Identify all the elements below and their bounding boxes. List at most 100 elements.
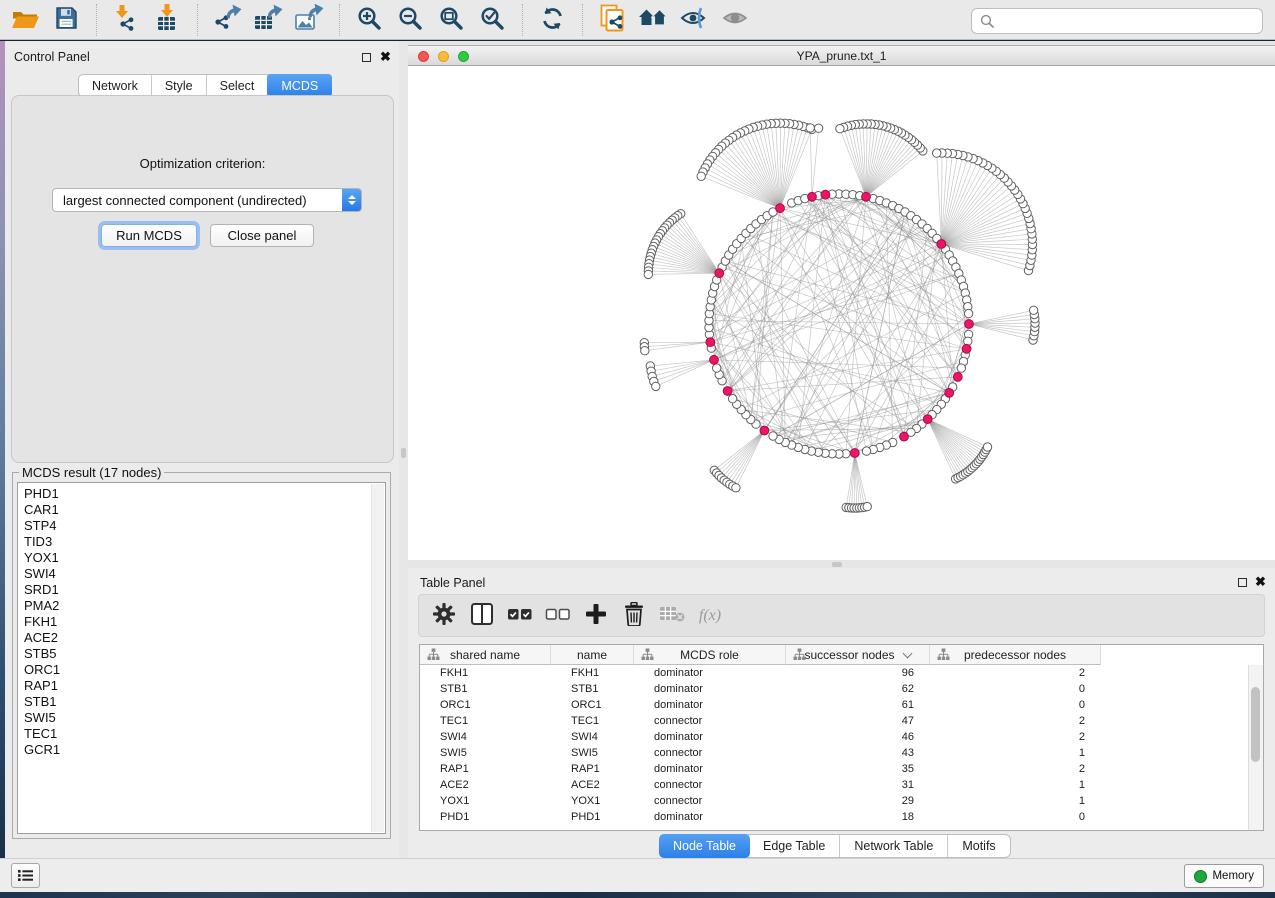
graph-mcds-node[interactable] [900, 432, 909, 441]
column-header-successor-nodes[interactable]: successor nodes [786, 645, 930, 665]
table-row[interactable]: YOX1YOX1connector291 [420, 793, 1249, 809]
refresh-layout-button[interactable] [535, 3, 569, 37]
splitter-handle-icon[interactable] [401, 448, 406, 458]
column-header-name[interactable]: name [551, 645, 634, 665]
graph-leaf-node[interactable] [732, 484, 740, 492]
graph-leaf-node[interactable] [933, 149, 941, 157]
export-network-button[interactable] [210, 3, 244, 37]
run-mcds-button[interactable]: Run MCDS [101, 224, 197, 247]
tab-network-table[interactable]: Network Table [840, 835, 948, 857]
control-panel-float-button[interactable] [362, 53, 371, 62]
graph-mcds-node[interactable] [953, 373, 962, 382]
graph-mcds-node[interactable] [821, 190, 830, 199]
table-panel-close-button[interactable]: ✖ [1255, 575, 1266, 588]
table-row[interactable]: ACE2ACE2connector311 [420, 777, 1249, 793]
mcds-result-item[interactable]: PMA2 [18, 598, 385, 614]
task-history-button[interactable] [11, 863, 40, 888]
zoom-out-button[interactable] [393, 3, 427, 37]
network-document-button[interactable] [595, 3, 629, 37]
graph-mcds-node[interactable] [723, 387, 732, 396]
memory-button[interactable]: Memory [1184, 864, 1264, 888]
table-scrollbar[interactable] [1248, 665, 1263, 830]
table-row[interactable]: SWI5SWI5connector431 [420, 745, 1249, 761]
table-scrollbar-thumb[interactable] [1251, 687, 1260, 762]
graph-mcds-node[interactable] [808, 192, 817, 201]
mcds-result-item[interactable]: SRD1 [18, 582, 385, 598]
mcds-result-item[interactable]: STP4 [18, 518, 385, 534]
table-row[interactable]: ORC1ORC1dominator610 [420, 697, 1249, 713]
horizontal-splitter-handle[interactable] [832, 562, 842, 567]
mcds-result-item[interactable]: TEC1 [18, 726, 385, 742]
mcds-result-item[interactable]: STB5 [18, 646, 385, 662]
close-panel-button[interactable]: Close panel [210, 224, 314, 247]
import-network-button[interactable] [109, 3, 143, 37]
tab-network[interactable]: Network [79, 75, 152, 96]
search-input[interactable] [998, 13, 1262, 29]
graph-mcds-node[interactable] [760, 426, 769, 435]
tab-motifs[interactable]: Motifs [948, 835, 1009, 857]
graph-leaf-node[interactable] [806, 124, 814, 132]
mcds-result-item[interactable]: SWI5 [18, 710, 385, 726]
table-row[interactable]: STB1STB1dominator620 [420, 681, 1249, 697]
tab-edge-table[interactable]: Edge Table [749, 835, 840, 857]
gear-button[interactable] [429, 601, 459, 631]
graph-leaf-node[interactable] [863, 502, 871, 510]
graph-leaf-node[interactable] [644, 270, 652, 278]
mcds-result-item[interactable]: ACE2 [18, 630, 385, 646]
mcds-list-scrollbar[interactable] [371, 484, 384, 832]
graph-node[interactable] [957, 364, 965, 372]
zoom-in-button[interactable] [352, 3, 386, 37]
graph-mcds-node[interactable] [715, 269, 724, 278]
mcds-result-item[interactable]: GCR1 [18, 742, 385, 758]
graph-leaf-node[interactable] [652, 382, 660, 390]
tab-select[interactable]: Select [207, 75, 269, 96]
graph-leaf-node[interactable] [641, 347, 649, 355]
graph-leaf-node[interactable] [814, 124, 822, 132]
graph-node[interactable] [713, 364, 721, 372]
column-layout-button[interactable] [467, 601, 497, 631]
column-header-MCDS-role[interactable]: MCDS role [634, 645, 786, 665]
graph-mcds-node[interactable] [962, 344, 971, 353]
mcds-result-item[interactable]: TID3 [18, 534, 385, 550]
graph-node[interactable] [728, 395, 736, 403]
graph-leaf-node[interactable] [983, 443, 991, 451]
mcds-result-item[interactable]: PHD1 [18, 486, 385, 502]
mcds-result-item[interactable]: ORC1 [18, 662, 385, 678]
tab-style[interactable]: Style [152, 75, 207, 96]
column-header-shared-name[interactable]: shared name [420, 645, 551, 665]
graph-mcds-node[interactable] [923, 415, 932, 424]
zoom-selected-button[interactable] [475, 3, 509, 37]
table-panel-float-button[interactable] [1238, 578, 1247, 587]
trash-button[interactable] [619, 601, 649, 631]
export-table-button[interactable] [251, 3, 285, 37]
graph-mcds-node[interactable] [850, 449, 859, 458]
show-eye-button[interactable] [718, 3, 752, 37]
select-all-button[interactable] [505, 601, 535, 631]
vertical-splitter[interactable] [399, 41, 408, 858]
import-table-button[interactable] [150, 3, 184, 37]
control-panel-close-button[interactable]: ✖ [380, 50, 391, 63]
mcds-result-item[interactable]: STB1 [18, 694, 385, 710]
hide-eye-button[interactable] [677, 3, 711, 37]
open-folder-button[interactable] [8, 3, 42, 37]
graph-mcds-node[interactable] [945, 389, 954, 398]
table-row[interactable]: TEC1TEC1connector472 [420, 713, 1249, 729]
graph-leaf-node[interactable] [697, 172, 705, 180]
column-header-predecessor-nodes[interactable]: predecessor nodes [930, 645, 1101, 665]
graph-leaf-node[interactable] [1029, 306, 1037, 314]
tab-mcds[interactable]: MCDS [267, 74, 332, 97]
table-row[interactable]: PHD1PHD1dominator180 [420, 809, 1249, 825]
double-house-button[interactable] [636, 3, 670, 37]
table-row[interactable]: RAP1RAP1dominator352 [420, 761, 1249, 777]
mcds-result-item[interactable]: YOX1 [18, 550, 385, 566]
graph-mcds-node[interactable] [776, 204, 785, 213]
table-row[interactable]: FKH1FKH1dominator962 [420, 665, 1249, 681]
add-button[interactable] [581, 601, 611, 631]
graph-mcds-node[interactable] [710, 355, 719, 364]
table-row[interactable]: SWI4SWI4dominator462 [420, 729, 1249, 745]
optimization-criterion-select[interactable]: largest connected component (undirected) [52, 188, 362, 212]
graph-mcds-node[interactable] [862, 192, 871, 201]
mcds-result-item[interactable]: SWI4 [18, 566, 385, 582]
graph-node[interactable] [964, 309, 972, 317]
graph-mcds-node[interactable] [937, 240, 946, 249]
